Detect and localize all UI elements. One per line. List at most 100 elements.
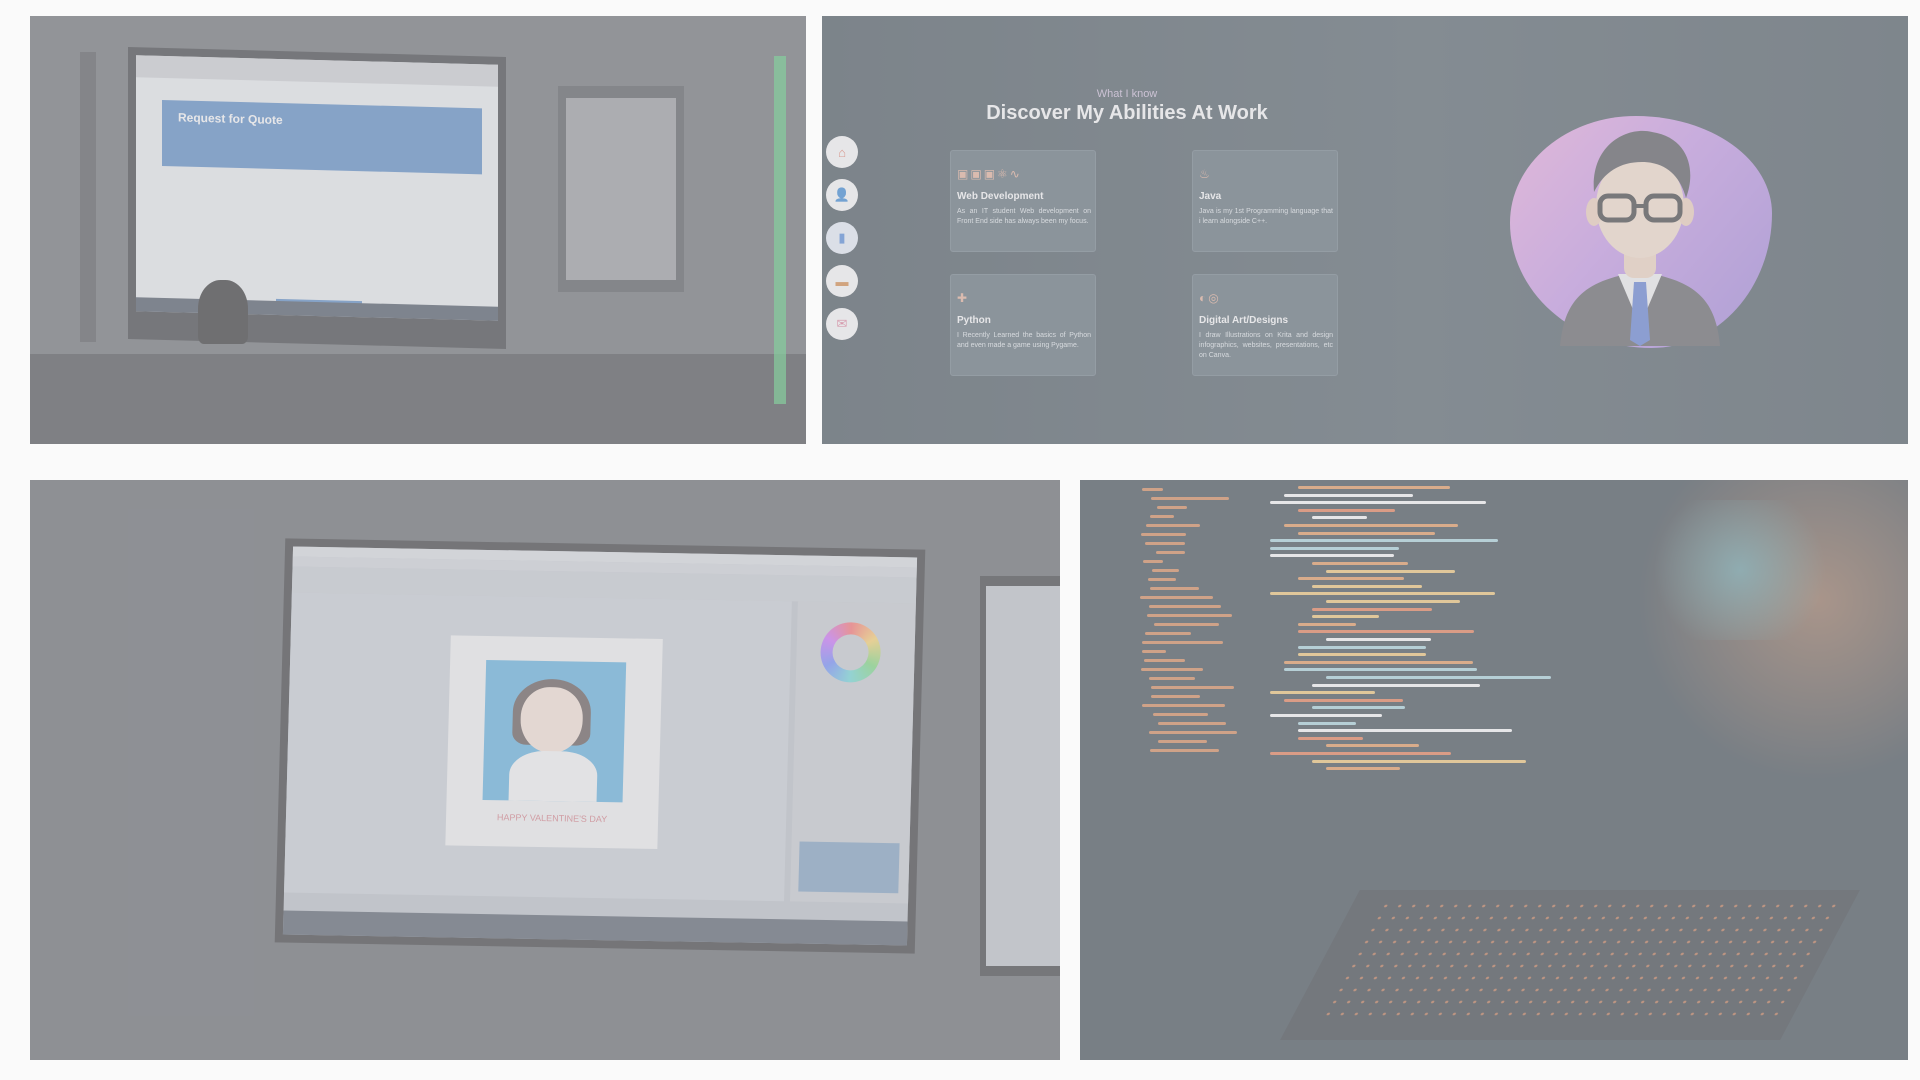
drawing-monitor: HAPPY VALENTINE'S DAY — [274, 538, 926, 954]
desk — [30, 354, 806, 444]
code-line — [1298, 531, 1436, 535]
brush-presets — [798, 841, 900, 894]
nav-skills-button[interactable]: ▮ — [826, 222, 858, 254]
code-line — [1312, 584, 1423, 588]
code-line — [1142, 704, 1226, 707]
app-canvas: HAPPY VALENTINE'S DAY — [284, 592, 792, 902]
mail-icon: ✉ — [836, 316, 848, 331]
card-description: As an IT student Web development on Fron… — [957, 208, 1091, 225]
code-line — [1155, 551, 1186, 554]
code-line — [1149, 749, 1220, 752]
code-line — [1298, 630, 1475, 634]
code-line — [1326, 767, 1400, 771]
code-line — [1326, 600, 1461, 603]
card-title: Python — [957, 315, 991, 326]
code-line — [1148, 677, 1196, 680]
photo-code-screens — [1080, 480, 1908, 1060]
card-description: I draw Illustrations on Krita and design… — [1199, 332, 1333, 359]
code-line — [1312, 706, 1406, 710]
left-code-column — [1140, 480, 1250, 780]
code-line — [1140, 668, 1203, 671]
code-line — [1156, 506, 1188, 509]
artwork: HAPPY VALENTINE'S DAY — [445, 635, 663, 850]
code-line — [1298, 622, 1357, 626]
user-icon: 👤 — [833, 187, 851, 202]
second-monitor — [980, 576, 1060, 976]
code-line — [1141, 533, 1187, 536]
code-line — [1326, 638, 1431, 641]
code-line — [1150, 497, 1229, 500]
react-icon: ⚛ — [997, 167, 1010, 181]
code-line — [1312, 615, 1380, 619]
cat-silhouette — [198, 280, 248, 344]
quote-heading: Request for Quote — [178, 110, 283, 128]
code-line — [1150, 695, 1201, 698]
keyboard-backlight — [1318, 900, 1842, 1020]
code-line — [1312, 759, 1526, 763]
code-line — [1270, 592, 1496, 596]
code-line — [1145, 524, 1200, 527]
main-monitor: Request for Quote — [128, 47, 506, 349]
screen-glow — [1640, 500, 1840, 640]
nav-home-button[interactable]: ⌂ — [826, 136, 858, 168]
code-line — [1312, 562, 1409, 565]
code-line — [1149, 605, 1221, 608]
section-title: Discover My Abilities At Work — [986, 102, 1268, 124]
html-icon: ▣ — [957, 167, 971, 181]
book-icon: ▮ — [838, 230, 846, 245]
code-line — [1270, 752, 1452, 755]
windows-taskbar — [282, 910, 908, 946]
js-icon: ▣ — [983, 167, 998, 181]
nav-work-button[interactable]: ▬ — [826, 265, 858, 297]
skill-card-python: ✚ Python I Recently Learned the basics o… — [950, 274, 1096, 376]
color-wheel — [819, 621, 882, 683]
code-line — [1326, 676, 1552, 679]
artwork-caption: HAPPY VALENTINE'S DAY — [496, 812, 608, 825]
code-line — [1145, 632, 1191, 635]
code-line — [1284, 668, 1478, 672]
briefcase-icon: ▬ — [835, 273, 849, 289]
card-title: Java — [1199, 191, 1222, 202]
code-line — [1149, 731, 1237, 734]
color-docker — [790, 601, 916, 904]
skill-card-java: ♨ Java Java is my 1st Programming langua… — [1192, 150, 1338, 252]
code-line — [1270, 546, 1399, 550]
code-line — [1298, 486, 1451, 489]
python-icon: ✚ — [957, 291, 970, 305]
code-line — [1152, 569, 1179, 572]
code-line — [1298, 736, 1364, 740]
code-line — [1149, 587, 1199, 590]
quote-hero: Request for Quote — [162, 99, 482, 175]
code-line — [1284, 524, 1459, 527]
code-line — [1284, 660, 1473, 664]
card-description: Java is my 1st Programming language that… — [1199, 208, 1333, 225]
code-line — [1144, 542, 1186, 545]
code-line — [1284, 698, 1403, 702]
avatar-illustration — [1560, 130, 1720, 346]
code-line — [1141, 650, 1167, 653]
code-line — [1143, 659, 1185, 662]
card-description: I Recently Learned the basics of Python … — [957, 332, 1091, 349]
code-line — [1298, 577, 1405, 581]
browser-bar — [136, 55, 498, 87]
nav-contact-button[interactable]: ✉ — [826, 308, 858, 340]
code-line — [1141, 641, 1224, 644]
monitor-screen: Request for Quote — [136, 55, 498, 321]
code-line — [1298, 729, 1513, 733]
code-line — [1312, 516, 1368, 520]
nav-about-button[interactable]: 👤 — [826, 179, 858, 211]
code-line — [1326, 744, 1419, 748]
code-line — [1153, 713, 1209, 716]
css-icon: ▣ — [970, 167, 984, 181]
artwork-background — [482, 659, 627, 803]
portfolio-skills-screenshot: ⌂ 👤 ▮ ▬ ✉ What I know Discover My Abilit… — [822, 16, 1908, 444]
skill-card-web-development: ▣▣▣⚛∿ Web Development As an IT student W… — [950, 150, 1096, 252]
code-line — [1141, 488, 1164, 491]
home-icon: ⌂ — [838, 144, 846, 160]
side-monitor — [558, 86, 684, 292]
code-line — [1158, 722, 1226, 725]
java-icon: ♨ — [1199, 167, 1212, 181]
code-line — [1270, 554, 1394, 558]
side-navigation: ⌂ 👤 ▮ ▬ ✉ — [826, 136, 862, 351]
code-line — [1326, 569, 1456, 573]
